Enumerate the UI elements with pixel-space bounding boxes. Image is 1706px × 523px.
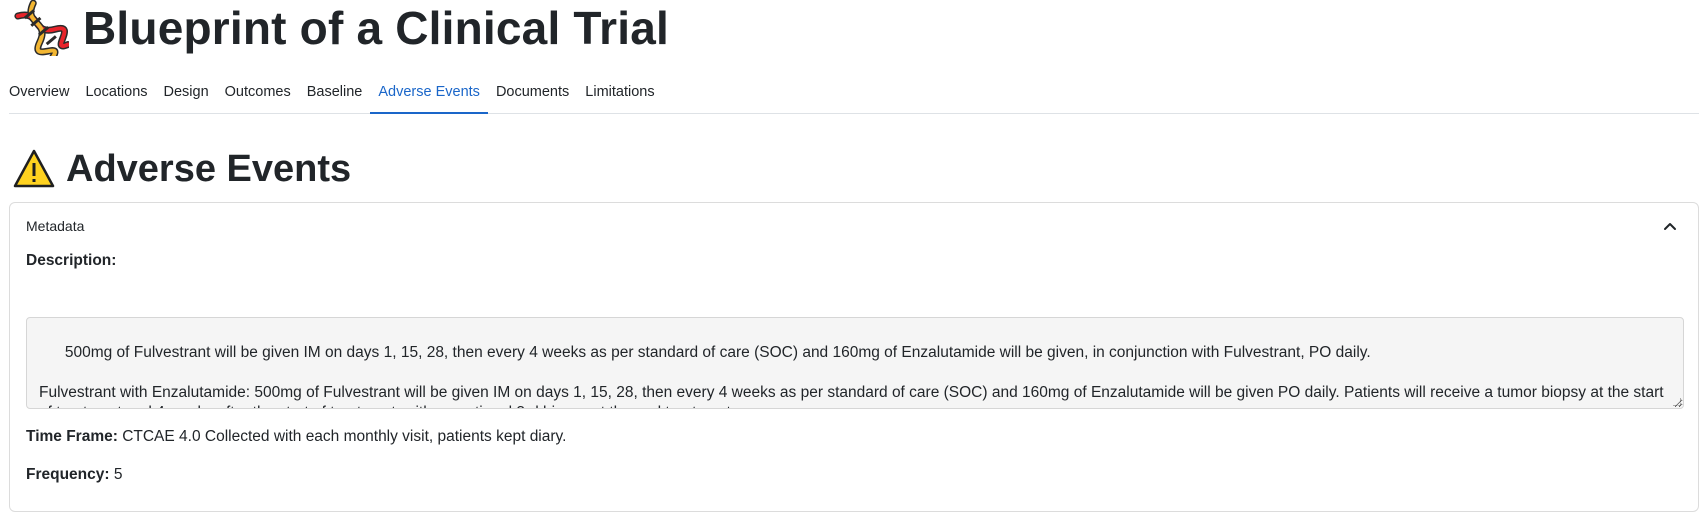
tab-limitations[interactable]: Limitations bbox=[577, 83, 662, 113]
tab-design[interactable]: Design bbox=[156, 83, 217, 113]
page-title: Blueprint of a Clinical Trial bbox=[83, 2, 670, 54]
tab-bar: Overview Locations Design Outcomes Basel… bbox=[9, 76, 1699, 114]
tab-locations[interactable]: Locations bbox=[77, 83, 155, 113]
tab-overview[interactable]: Overview bbox=[9, 83, 77, 113]
chevron-up-icon[interactable] bbox=[1662, 218, 1678, 234]
time-frame-label: Time Frame: bbox=[26, 428, 118, 445]
description-label-row: Description: bbox=[26, 251, 1682, 271]
page-header: Blueprint of a Clinical Trial bbox=[9, 0, 1697, 56]
warning-icon bbox=[13, 149, 55, 188]
metadata-header-label: Metadata bbox=[26, 218, 85, 234]
description-text: 500mg of Fulvestrant will be given IM on… bbox=[39, 344, 1664, 408]
frequency-label: Frequency: bbox=[26, 466, 110, 483]
frequency-row: Frequency: 5 bbox=[26, 465, 1682, 485]
page: Blueprint of a Clinical Trial Overview L… bbox=[0, 0, 1706, 523]
section-title: Adverse Events bbox=[66, 148, 352, 190]
section-header: Adverse Events bbox=[9, 144, 1697, 194]
tab-adverse-events[interactable]: Adverse Events bbox=[370, 83, 488, 114]
frequency-value: 5 bbox=[113, 466, 123, 483]
metadata-accordion: Metadata Description: 500mg of Fulvestra… bbox=[9, 202, 1699, 512]
dna-icon bbox=[14, 0, 69, 56]
tab-documents[interactable]: Documents bbox=[488, 83, 577, 113]
tab-baseline[interactable]: Baseline bbox=[299, 83, 371, 113]
tab-outcomes[interactable]: Outcomes bbox=[217, 83, 299, 113]
time-frame-row: Time Frame: CTCAE 4.0 Collected with eac… bbox=[26, 427, 1682, 447]
metadata-accordion-header[interactable]: Metadata bbox=[26, 203, 1682, 249]
description-textarea[interactable]: 500mg of Fulvestrant will be given IM on… bbox=[26, 317, 1684, 409]
description-label: Description: bbox=[26, 252, 117, 269]
resize-handle[interactable] bbox=[1673, 398, 1681, 406]
time-frame-value: CTCAE 4.0 Collected with each monthly vi… bbox=[122, 428, 567, 445]
